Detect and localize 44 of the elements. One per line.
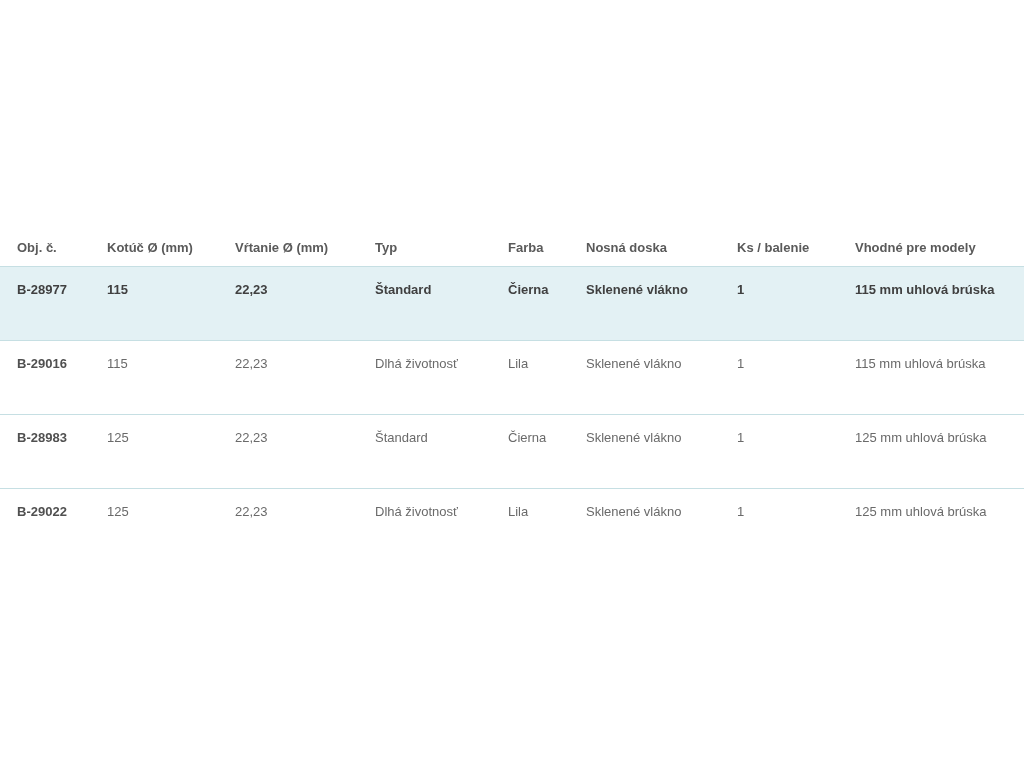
column-header: Kotúč Ø (mm) bbox=[107, 239, 194, 255]
column-header: Ks / balenie bbox=[737, 239, 811, 255]
table-cell-text: 115 bbox=[107, 356, 129, 371]
table-cell-text: Sklenené vlákno bbox=[586, 504, 683, 519]
table-cell-text: 22,23 bbox=[235, 504, 269, 519]
table-cell-text: Dlhá životnosť bbox=[375, 356, 459, 371]
table-cell-text: Čierna bbox=[508, 430, 548, 445]
table-row[interactable]: B-29022 125 22,23 Dlhá životnosť Lila Sklenené vlákno 1 125 mm uhlová brúska bbox=[0, 489, 1024, 563]
table-cell-text: B-28983 bbox=[17, 430, 68, 445]
table-cell-text: Čierna bbox=[508, 282, 550, 297]
column-header: Vhodné pre modely bbox=[855, 239, 977, 255]
table-cell-text: Štandard bbox=[375, 282, 433, 297]
table-cell-text: Lila bbox=[508, 356, 530, 371]
table-row[interactable]: B-28983 125 22,23 Štandard Čierna Sklenené vlákno 1 125 mm uhlová brúska bbox=[0, 415, 1024, 489]
table-cell-text: 22,23 bbox=[235, 356, 269, 371]
table-cell-text: 22,23 bbox=[235, 430, 269, 445]
table-cell-text: B-28977 bbox=[17, 282, 68, 297]
column-header: Farba bbox=[508, 239, 545, 255]
table-cell-text: 115 bbox=[107, 282, 129, 297]
table-cell-text: B-29022 bbox=[17, 504, 68, 519]
table-cell-text: 115 mm uhlová brúska bbox=[855, 356, 987, 371]
table-cell-text: Lila bbox=[508, 504, 530, 519]
column-header: Nosná doska bbox=[586, 239, 668, 255]
table-cell-text: Sklenené vlákno bbox=[586, 356, 683, 371]
table-cell-text: Dlhá životnosť bbox=[375, 504, 459, 519]
table-cell-text: 125 mm uhlová brúska bbox=[855, 504, 988, 519]
table-cell-text: Sklenené vlákno bbox=[586, 282, 689, 297]
highlighted-row[interactable]: B-28977 115 22,23 Štandard Čierna Sklenené vlákno 1 115 mm uhlová brúska bbox=[0, 267, 1024, 341]
table-cell-text: B-29016 bbox=[17, 356, 68, 371]
table-cell-text: 125 mm uhlová brúska bbox=[855, 430, 988, 445]
column-header: Typ bbox=[375, 239, 399, 255]
table-cell-text: 1 bbox=[737, 430, 746, 445]
table-cell-text: Sklenené vlákno bbox=[586, 430, 683, 445]
table-cell-text: 1 bbox=[737, 282, 746, 297]
table-cell-text: 125 bbox=[107, 504, 130, 519]
table-cell-text: 1 bbox=[737, 504, 746, 519]
table-cell-text: 22,23 bbox=[235, 282, 269, 297]
table-cell-text: 1 bbox=[737, 356, 746, 371]
table-cell-text: Štandard bbox=[375, 430, 429, 445]
table-cell-text: 115 mm uhlová brúska bbox=[855, 282, 996, 297]
table-row[interactable]: B-29016 115 22,23 Dlhá životnosť Lila Sklenené vlákno 1 115 mm uhlová brúska bbox=[0, 341, 1024, 415]
column-header: Obj. č. bbox=[17, 239, 58, 255]
column-header: Vŕtanie Ø (mm) bbox=[235, 239, 330, 255]
table-cell-text: 125 bbox=[107, 430, 130, 445]
